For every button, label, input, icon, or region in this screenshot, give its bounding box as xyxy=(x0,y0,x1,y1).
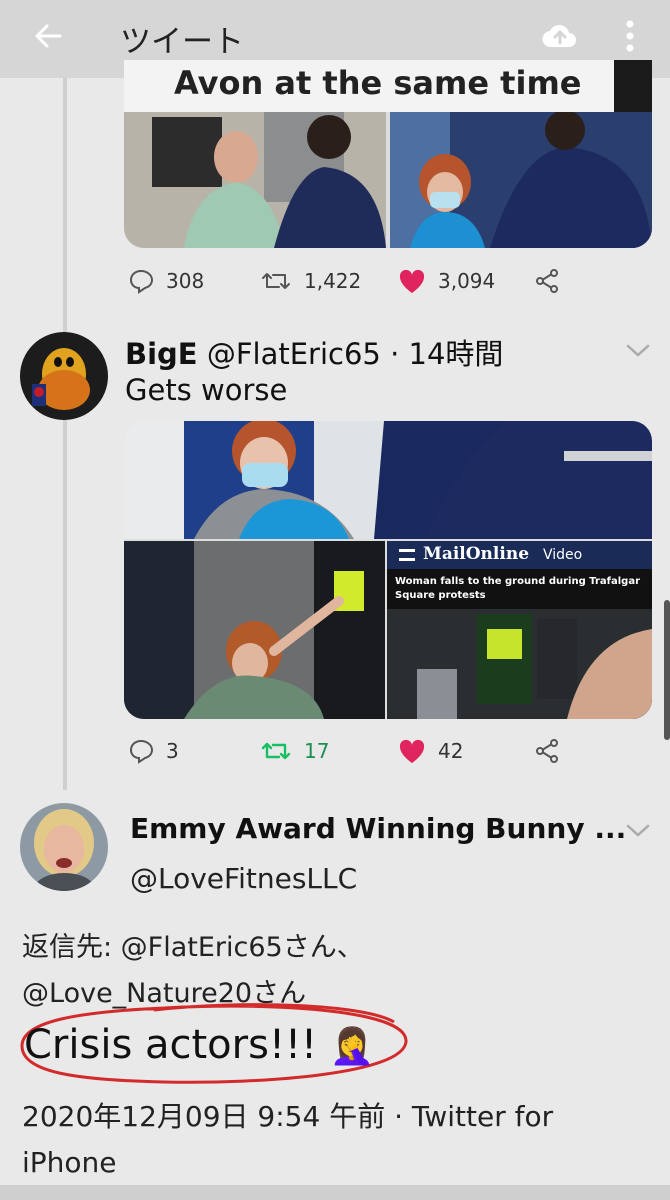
like-count: 42 xyxy=(438,739,464,763)
like-button[interactable]: 3,094 xyxy=(398,261,495,301)
heart-icon xyxy=(399,269,425,293)
reply-count: 3 xyxy=(166,739,179,763)
mailonline-logo: MailOnline xyxy=(423,544,530,564)
share-button[interactable] xyxy=(534,731,560,771)
tweet1-image-caption-strip: Avon at the same time xyxy=(124,60,614,112)
chevron-down-icon[interactable] xyxy=(624,340,652,360)
reply-button[interactable]: 3 xyxy=(128,731,179,771)
reply-text: Crisis actors!!! 🤦‍♀️ xyxy=(24,1022,375,1068)
share-icon xyxy=(536,269,558,293)
more-vertical-icon[interactable] xyxy=(612,14,648,58)
reply-handle[interactable]: @LoveFitnesLLC xyxy=(130,862,357,895)
tweet2-media[interactable]: MailOnline Video Woman falls to the grou… xyxy=(124,421,652,719)
reply-timestamp: 2020年12月09日 9:54 午前 · Twitter for iPhone xyxy=(22,1100,554,1179)
handle[interactable]: @FlatEric65 xyxy=(207,337,381,371)
share-button[interactable] xyxy=(534,261,560,301)
protest-photo xyxy=(124,541,385,719)
retweet-count: 17 xyxy=(304,739,330,763)
heart-icon xyxy=(399,739,425,763)
tweet2-header: BigE @FlatEric65 · 14時間 xyxy=(125,331,503,373)
cloud-upload-icon[interactable] xyxy=(540,16,580,56)
bottom-bar xyxy=(0,1185,670,1200)
replying-to-line-1[interactable]: 返信先: @FlatEric65さん、 xyxy=(22,925,622,971)
like-button[interactable]: 42 xyxy=(398,731,463,771)
tweet2-text: Gets worse xyxy=(125,373,288,407)
reply-icon xyxy=(129,739,154,764)
vaccine-photo-woman xyxy=(390,112,652,248)
facepalm-emoji: 🤦‍♀️ xyxy=(329,1026,375,1067)
chevron-down-icon[interactable] xyxy=(624,820,652,840)
reply-button[interactable]: 308 xyxy=(128,261,204,301)
video-label: Video xyxy=(543,547,583,563)
mailonline-video: MailOnline Video Woman falls to the grou… xyxy=(387,541,652,719)
retweet-button[interactable]: 17 xyxy=(260,731,329,771)
like-count: 3,094 xyxy=(438,269,496,293)
timestamp: · 14時間 xyxy=(390,337,504,371)
retweet-icon xyxy=(262,273,290,289)
scrollbar[interactable] xyxy=(664,600,670,740)
reply-display-name[interactable]: Emmy Award Winning Bunny ... xyxy=(130,812,626,845)
tweet2-actions: 3 17 42 xyxy=(124,731,584,771)
vaccine-photo-man xyxy=(124,112,386,248)
avatar-bige[interactable] xyxy=(20,332,108,420)
thread-line xyxy=(63,78,67,790)
reply-icon xyxy=(129,269,154,294)
retweet-icon xyxy=(261,742,291,760)
vaccine-photo-woman-2 xyxy=(124,421,652,539)
screen-title: ツイート xyxy=(120,24,244,60)
display-name[interactable]: BigE xyxy=(125,337,198,371)
avatar-lovefitness[interactable] xyxy=(20,803,108,891)
tweet1-media[interactable]: Avon at the same time xyxy=(124,60,652,248)
retweet-count: 1,422 xyxy=(304,269,362,293)
video-caption: Woman falls to the ground during Trafalg… xyxy=(395,576,640,601)
menu-icon xyxy=(399,549,415,561)
retweet-button[interactable]: 1,422 xyxy=(260,261,361,301)
image-caption: Avon at the same time xyxy=(174,64,582,102)
back-arrow-icon[interactable] xyxy=(28,16,68,56)
tweet1-actions: 308 1,422 3,094 xyxy=(124,261,584,301)
share-icon xyxy=(536,739,558,763)
reply-count: 308 xyxy=(166,269,205,293)
